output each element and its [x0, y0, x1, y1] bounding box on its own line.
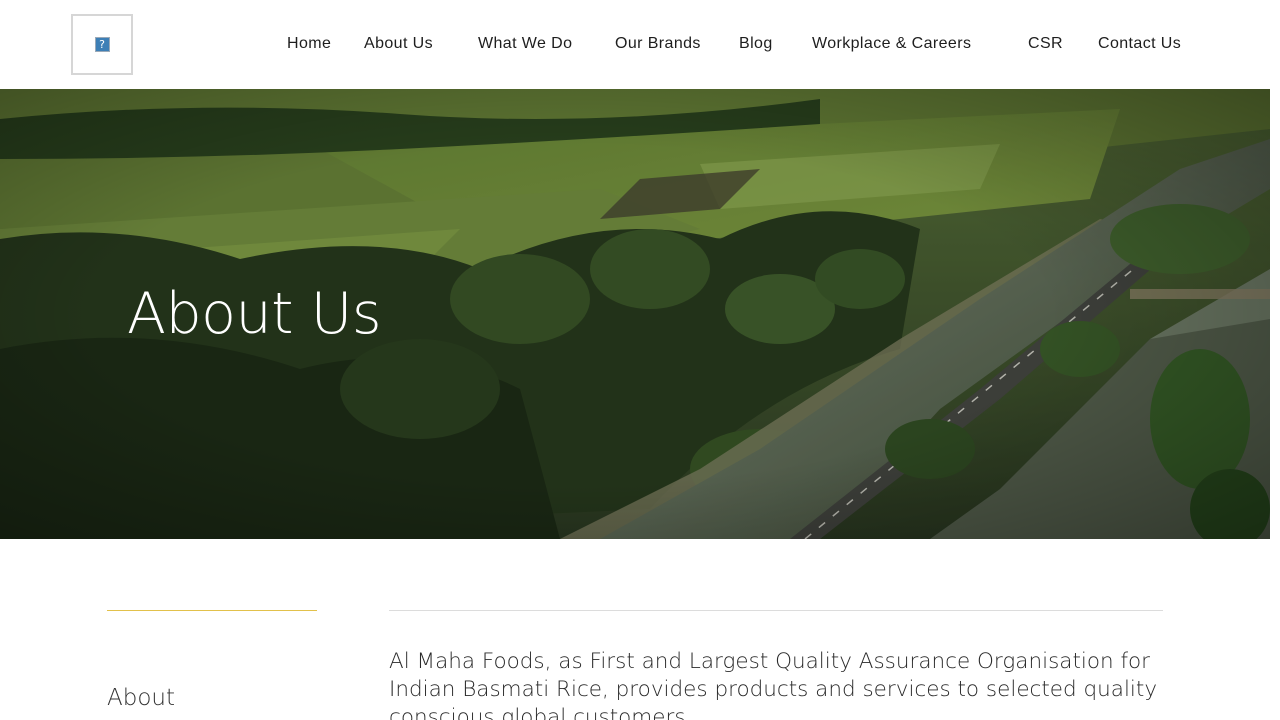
- nav-csr[interactable]: CSR: [1028, 34, 1063, 54]
- content-divider: [389, 610, 1163, 611]
- site-logo[interactable]: ?: [71, 14, 133, 75]
- hero-banner: About Us: [0, 89, 1270, 539]
- section-heading: About: [107, 685, 176, 711]
- intro-paragraph: Al Maha Foods, as First and Largest Qual…: [389, 649, 1158, 720]
- nav-blog[interactable]: Blog: [739, 34, 773, 54]
- nav-about-us[interactable]: About Us: [364, 34, 433, 54]
- nav-workplace-careers[interactable]: Workplace & Careers: [812, 34, 971, 54]
- nav-home[interactable]: Home: [287, 34, 331, 54]
- accent-divider: [107, 610, 317, 611]
- nav-contact-us[interactable]: Contact Us: [1098, 34, 1181, 54]
- nav-what-we-do[interactable]: What We Do: [478, 34, 572, 54]
- site-header: ? Home About Us What We Do Our Brands Bl…: [0, 0, 1280, 89]
- nav-our-brands[interactable]: Our Brands: [615, 34, 701, 54]
- page-title: About Us: [127, 281, 382, 347]
- broken-image-icon: ?: [94, 37, 110, 52]
